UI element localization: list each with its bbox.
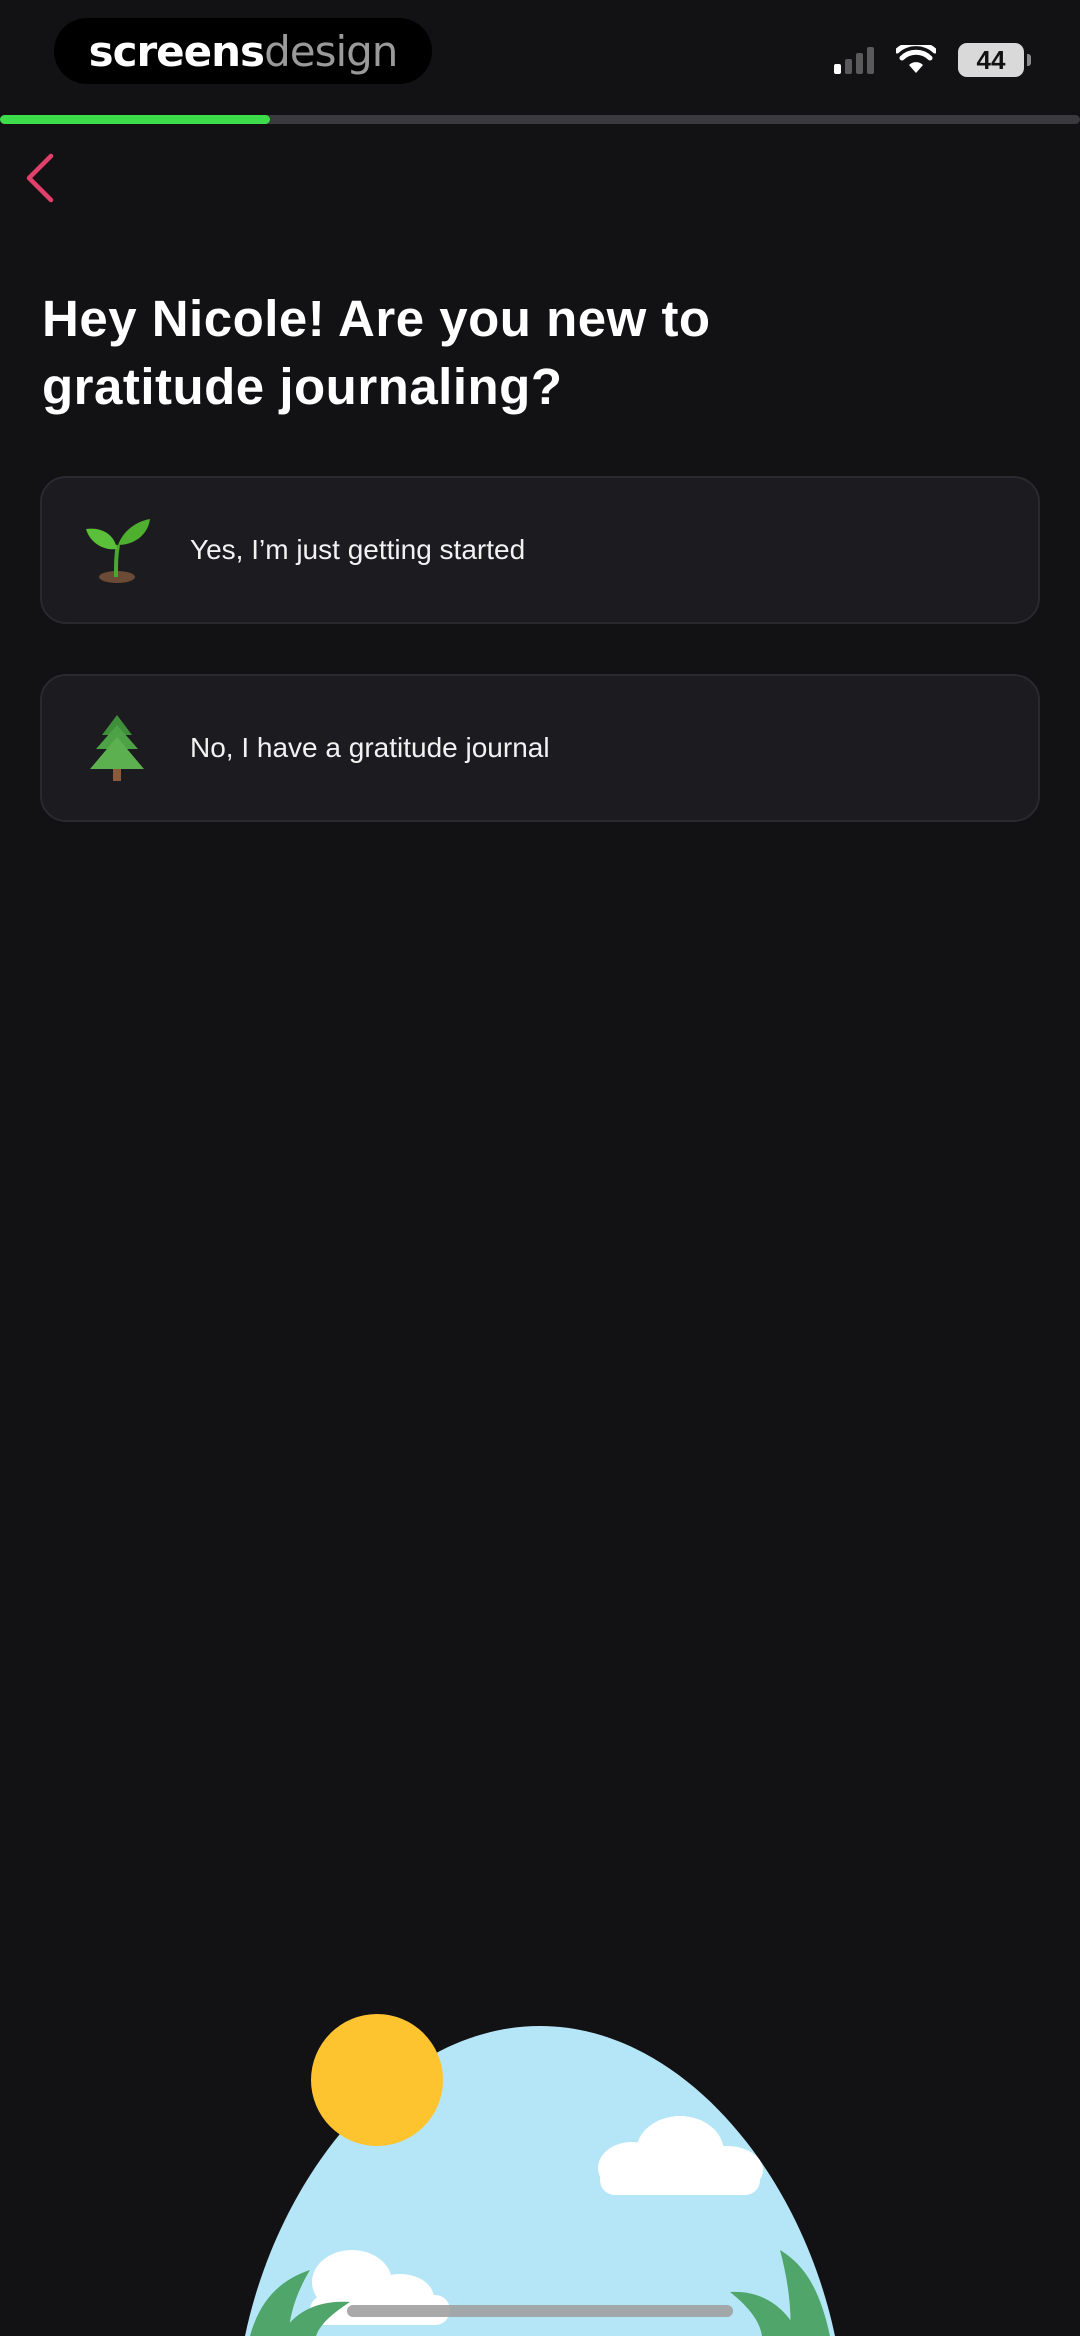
battery-icon: 44 bbox=[958, 43, 1031, 77]
evergreen-tree-icon bbox=[82, 713, 152, 783]
sky-scene-illustration bbox=[245, 2014, 835, 2336]
watermark-part1: screens bbox=[88, 26, 265, 76]
option-has-journal[interactable]: No, I have a gratitude journal bbox=[40, 674, 1040, 822]
battery-level: 44 bbox=[976, 44, 1006, 75]
status-bar: 44 bbox=[834, 40, 1031, 80]
wifi-icon bbox=[896, 45, 936, 73]
progress-fill bbox=[0, 115, 270, 124]
option-new-to-journaling[interactable]: Yes, I’m just getting started bbox=[40, 476, 1040, 624]
cellular-signal-icon bbox=[834, 46, 874, 74]
chevron-left-icon bbox=[26, 153, 54, 203]
onboarding-screen: screens design 44 Hey Nicole! Are you new… bbox=[0, 0, 1080, 2336]
option-label: No, I have a gratitude journal bbox=[190, 732, 550, 763]
home-indicator[interactable] bbox=[347, 2305, 733, 2317]
option-label: Yes, I’m just getting started bbox=[190, 534, 526, 565]
seedling-icon bbox=[82, 515, 152, 585]
progress-bar bbox=[0, 115, 1080, 124]
watermark-part2: design bbox=[264, 26, 398, 76]
back-button[interactable] bbox=[10, 148, 70, 208]
page-title: Hey Nicole! Are you new to gratitude jou… bbox=[42, 290, 711, 415]
watermark-logo: screens design bbox=[54, 18, 432, 84]
